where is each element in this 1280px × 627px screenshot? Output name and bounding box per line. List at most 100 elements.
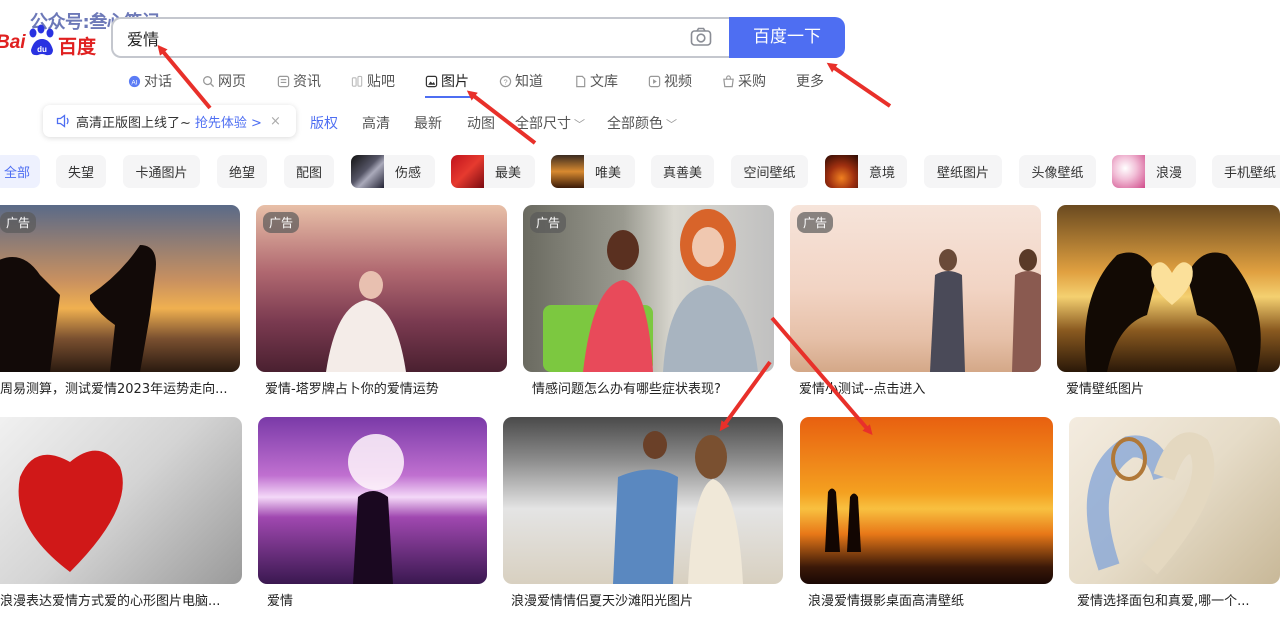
news-icon [277, 75, 290, 87]
tab-images-label: 图片 [441, 74, 469, 90]
tab-more[interactable]: 更多 [796, 71, 824, 91]
chip-thumbnail [351, 155, 384, 188]
filter-color-dropdown[interactable]: 全部颜色 ﹀ [607, 113, 677, 133]
image-thumbnail[interactable]: 广告 [0, 205, 240, 372]
tab-chat[interactable]: AI 对话 [128, 71, 172, 91]
image-caption[interactable]: 浪漫表达爱情方式爱的心形图片电脑... [0, 590, 240, 609]
chip-item[interactable]: 空间壁纸 [731, 155, 808, 188]
image-thumbnail[interactable] [1057, 205, 1280, 372]
chip-label: 手机壁纸 [1224, 166, 1277, 181]
image-thumbnail[interactable] [1069, 417, 1280, 584]
tab-news[interactable]: 资讯 [277, 71, 321, 91]
image-thumbnail[interactable] [503, 417, 783, 584]
tab-zhidao[interactable]: ? 知道 [499, 71, 543, 91]
baidu-logo[interactable]: Bai du 百度 [0, 22, 110, 62]
chip-thumbnail [825, 155, 858, 188]
tab-tieba[interactable]: 贴吧 [351, 71, 395, 91]
svg-text:AI: AI [131, 79, 137, 86]
chip-label: 浪漫 [1156, 166, 1183, 181]
search-box[interactable] [111, 17, 730, 58]
svg-text:?: ? [503, 77, 507, 86]
tab-video-label: 视频 [664, 74, 692, 90]
tab-chat-label: 对话 [144, 74, 172, 90]
logo-du: du [37, 45, 47, 54]
tab-web[interactable]: 网页 [202, 71, 246, 91]
image-caption[interactable]: 爱情-塔罗牌占卜你的爱情运势 [265, 378, 503, 397]
chip-item[interactable]: 壁纸图片 [924, 155, 1002, 188]
chip-label: 绝望 [228, 166, 255, 181]
chip-item[interactable]: 卡通图片 [123, 155, 200, 188]
image-thumbnail[interactable] [258, 417, 487, 584]
chip-all[interactable]: 全部 [0, 155, 40, 188]
red-heart [18, 450, 123, 572]
search-input[interactable] [127, 27, 667, 49]
hd-notice: 高清正版图上线了~ 抢先体验 > × [43, 105, 296, 137]
tab-more-label: 更多 [796, 74, 824, 90]
filter-hd[interactable]: 高清 [362, 113, 390, 133]
sunset-couple [825, 488, 861, 552]
image-icon [425, 75, 438, 87]
speaker-icon [56, 114, 69, 128]
image-thumbnail[interactable] [800, 417, 1053, 584]
search-button[interactable]: 百度一下 [729, 17, 845, 58]
chip-label: 真善美 [662, 166, 702, 181]
image-caption[interactable]: 爱情选择面包和真爱,哪一个... [1077, 590, 1277, 609]
chat-ai-icon: AI [128, 75, 141, 87]
chip-item[interactable]: 头像壁纸 [1019, 155, 1096, 188]
tab-caigou-label: 采购 [738, 74, 766, 90]
image-thumbnail[interactable]: 广告 [256, 205, 507, 372]
close-icon[interactable]: × [270, 114, 281, 129]
search-icon [203, 75, 215, 87]
chip-item[interactable]: 配图 [284, 155, 334, 188]
chip-item[interactable]: 意境 [825, 155, 907, 188]
chip-thumbnail [551, 155, 584, 188]
chip-label: 失望 [67, 166, 94, 181]
chip-item[interactable]: 最美 [451, 155, 535, 188]
ring-heart-book [1086, 432, 1215, 575]
image-caption[interactable]: 爱情壁纸图片 [1066, 378, 1266, 397]
silhouette-couple [0, 245, 156, 372]
chip-item[interactable]: 手机壁纸 [1212, 155, 1280, 188]
chip-label: 壁纸图片 [936, 166, 989, 181]
filter-latest[interactable]: 最新 [414, 113, 442, 133]
chip-label: 卡通图片 [135, 166, 188, 181]
chip-item[interactable]: 失望 [56, 155, 106, 188]
tab-images[interactable]: 图片 [425, 71, 469, 91]
filter-copyright[interactable]: 版权 [310, 113, 338, 133]
image-thumbnail[interactable] [0, 417, 242, 584]
tab-caigou[interactable]: 采购 [722, 71, 766, 91]
chip-item[interactable]: 唯美 [551, 155, 635, 188]
chip-label: 伤感 [395, 166, 422, 181]
image-caption[interactable]: 爱情小测试--点击进入 [799, 378, 1037, 397]
image-thumbnail[interactable]: 广告 [523, 205, 774, 372]
image-thumbnail[interactable]: 广告 [790, 205, 1041, 372]
filter-animated[interactable]: 动图 [467, 113, 495, 133]
ad-badge: 广告 [0, 212, 37, 233]
tab-wenku-label: 文库 [590, 74, 618, 90]
image-caption[interactable]: 周易测算，测试爱情2023年运势走向... [0, 378, 238, 397]
chevron-down-icon: ﹀ [574, 118, 585, 131]
notice-link[interactable]: 抢先体验 > [195, 112, 262, 131]
filter-size-dropdown[interactable]: 全部尺寸 ﹀ [515, 113, 585, 133]
image-caption[interactable]: 爱情 [267, 590, 477, 609]
chip-label: 空间壁纸 [743, 166, 796, 181]
image-caption[interactable]: 情感问题怎么办有哪些症状表现? [532, 378, 770, 397]
tab-web-label: 网页 [218, 74, 246, 90]
image-caption[interactable]: 浪漫爱情摄影桌面高清壁纸 [808, 590, 1048, 609]
tab-wenku[interactable]: 文库 [574, 71, 618, 91]
camera-icon[interactable] [690, 27, 712, 47]
filter-size-label: 全部尺寸 [515, 116, 571, 132]
chip-label: 配图 [295, 166, 322, 181]
chevron-down-icon: ﹀ [666, 118, 677, 131]
chip-item[interactable]: 浪漫 [1112, 155, 1196, 188]
chip-item[interactable]: 真善美 [651, 155, 714, 188]
ad-badge: 广告 [797, 212, 834, 233]
chip-label: 最美 [495, 166, 522, 181]
tab-video[interactable]: 视频 [648, 71, 692, 91]
chip-thumbnail [451, 155, 484, 188]
chip-item[interactable]: 绝望 [217, 155, 267, 188]
image-caption[interactable]: 浪漫爱情情侣夏天沙滩阳光图片 [511, 590, 771, 609]
tieba-icon [351, 75, 363, 87]
chip-item[interactable]: 伤感 [351, 155, 435, 188]
tab-news-label: 资讯 [293, 74, 321, 90]
